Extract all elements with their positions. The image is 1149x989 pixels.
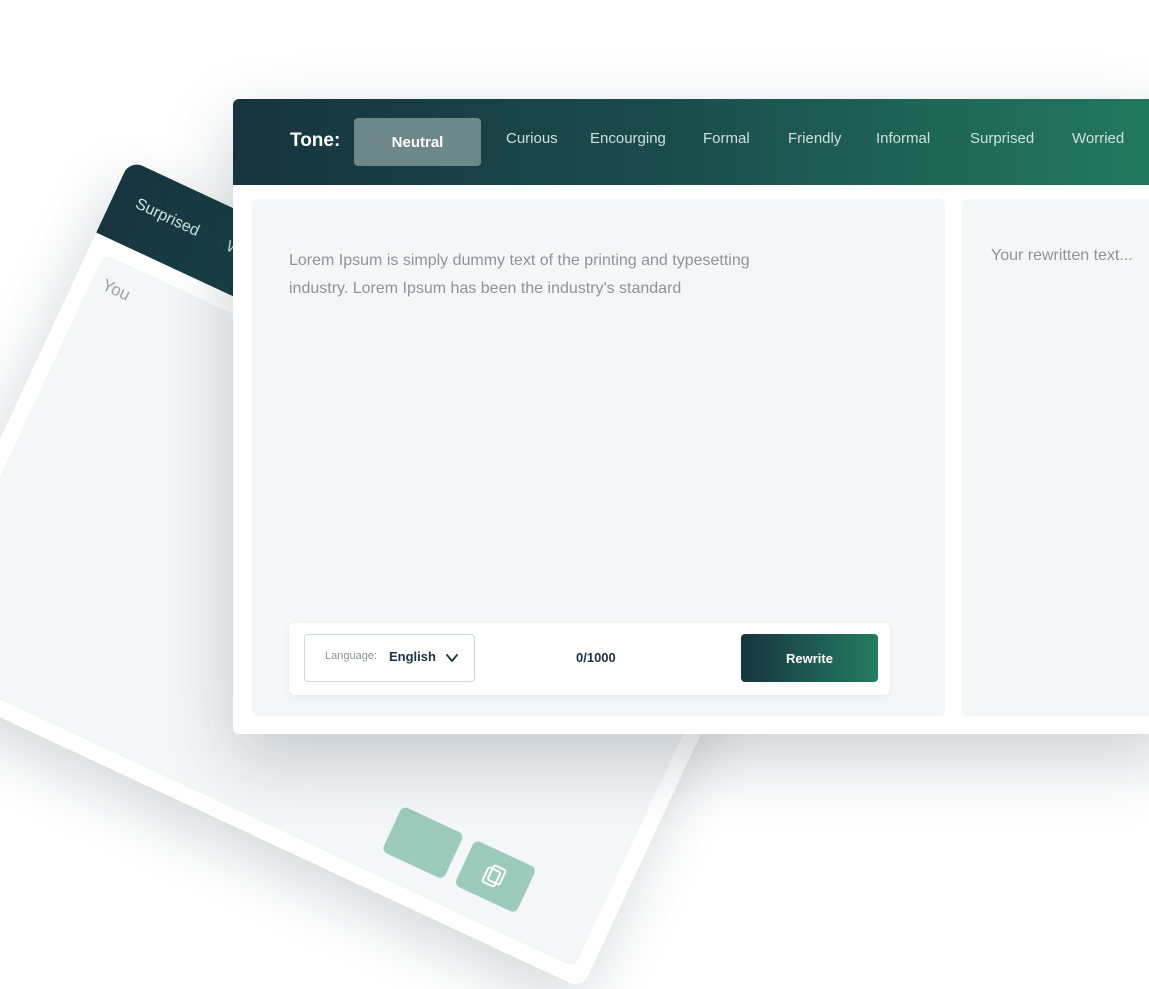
- language-value: English: [389, 649, 436, 664]
- background-tab-surprised: Surprised: [132, 195, 202, 240]
- language-label: Language:: [325, 650, 377, 662]
- tone-tab-formal[interactable]: Formal: [703, 130, 750, 147]
- language-select[interactable]: Language: English: [304, 634, 475, 682]
- tone-tab-neutral[interactable]: Neutral: [354, 118, 481, 166]
- tone-tab-encourging[interactable]: Encourging: [590, 130, 666, 147]
- output-placeholder: Your rewritten text...: [991, 247, 1133, 264]
- input-panel[interactable]: Lorem Ipsum is simply dummy text of the …: [252, 199, 945, 716]
- tone-tab-friendly[interactable]: Friendly: [788, 130, 841, 147]
- rewrite-button[interactable]: Rewrite: [741, 634, 878, 682]
- tone-tab-surprised[interactable]: Surprised: [970, 130, 1034, 147]
- tone-tab-curious[interactable]: Curious: [506, 130, 558, 147]
- input-toolbar: Language: English 0/1000 Rewrite: [289, 623, 890, 695]
- tone-tab-informal[interactable]: Informal: [876, 130, 930, 147]
- rewriter-window: Tone: Neutral Curious Encourging Formal …: [233, 99, 1149, 734]
- copy-icon: [481, 864, 507, 888]
- chevron-down-icon: [446, 654, 458, 662]
- character-count: 0/1000: [576, 650, 616, 665]
- tone-tab-worried[interactable]: Worried: [1072, 130, 1124, 147]
- input-text-area[interactable]: Lorem Ipsum is simply dummy text of the …: [289, 247, 809, 303]
- tone-bar: Tone: Neutral Curious Encourging Formal …: [233, 99, 1149, 185]
- output-panel: Your rewritten text...: [962, 199, 1149, 716]
- background-placeholder: You: [99, 275, 134, 305]
- tone-label: Tone:: [290, 130, 341, 151]
